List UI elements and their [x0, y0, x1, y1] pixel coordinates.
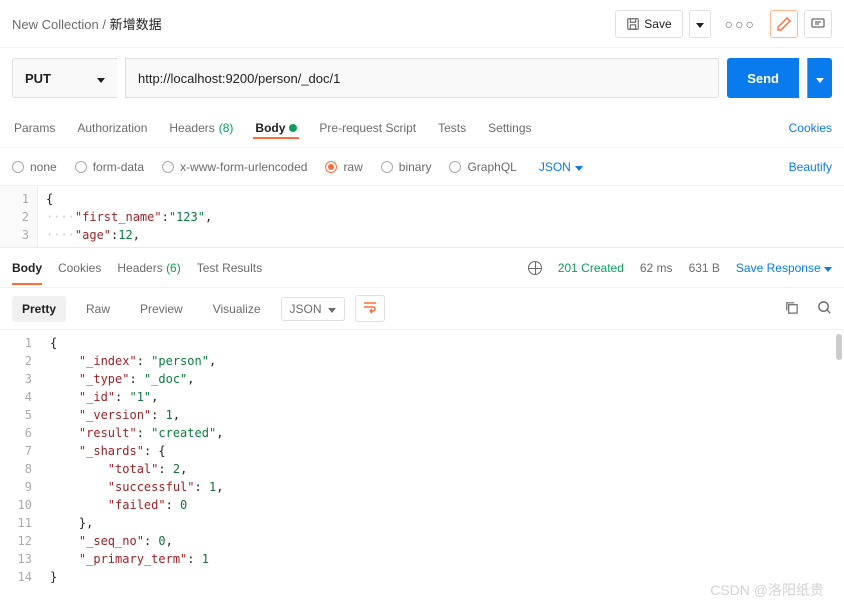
body-type-select[interactable]: JSON [539, 160, 583, 174]
tab-settings[interactable]: Settings [486, 117, 533, 139]
request-body-editor[interactable]: 123 { ····"first_name":"123", ····"age":… [0, 186, 844, 248]
dot-indicator-icon [289, 124, 297, 132]
body-graphql[interactable]: GraphQL [449, 160, 516, 174]
wrap-icon [362, 300, 378, 314]
tab-headers[interactable]: Headers (8) [167, 117, 235, 139]
save-options-button[interactable] [689, 10, 711, 38]
response-body-editor[interactable]: 1234567891011121314 { "_index": "person"… [0, 330, 844, 600]
view-preview[interactable]: Preview [130, 296, 193, 322]
view-raw[interactable]: Raw [76, 296, 120, 322]
line-gutter: 1234567891011121314 [0, 330, 42, 600]
chevron-down-icon [696, 17, 704, 31]
wrap-lines-button[interactable] [355, 295, 385, 322]
tab-prerequest[interactable]: Pre-request Script [317, 117, 418, 139]
method-select[interactable]: PUT [12, 58, 117, 98]
cookies-link[interactable]: Cookies [789, 121, 832, 135]
globe-icon[interactable] [528, 261, 542, 275]
chevron-down-icon [824, 261, 832, 275]
chevron-down-icon [816, 71, 824, 86]
body-xwww[interactable]: x-www-form-urlencoded [162, 160, 307, 174]
scrollbar[interactable] [836, 334, 842, 360]
search-icon [817, 300, 832, 315]
breadcrumb-collection[interactable]: New Collection [12, 17, 99, 32]
comment-icon [810, 16, 826, 32]
view-visualize[interactable]: Visualize [203, 296, 271, 322]
tab-params[interactable]: Params [12, 117, 57, 139]
save-response[interactable]: Save Response [736, 261, 832, 275]
save-button[interactable]: Save [615, 10, 682, 38]
response-tab-testresults[interactable]: Test Results [197, 251, 262, 285]
edit-button[interactable] [770, 10, 798, 38]
response-format-select[interactable]: JSON [281, 297, 345, 321]
line-gutter: 123 [0, 186, 38, 247]
search-button[interactable] [817, 300, 832, 318]
tab-authorization[interactable]: Authorization [75, 117, 149, 139]
breadcrumb-request: 新增数据 [110, 17, 162, 32]
watermark: CSDN @洛阳纸贵 [710, 580, 824, 600]
save-icon [626, 17, 640, 31]
send-button[interactable]: Send [727, 58, 799, 98]
breadcrumb: New Collection / 新增数据 [12, 14, 615, 33]
copy-icon [784, 300, 799, 315]
response-tab-cookies[interactable]: Cookies [58, 251, 101, 285]
chevron-down-icon [575, 160, 583, 174]
beautify-link[interactable]: Beautify [789, 160, 832, 174]
body-formdata[interactable]: form-data [75, 160, 144, 174]
send-options-button[interactable] [807, 58, 832, 98]
tab-tests[interactable]: Tests [436, 117, 468, 139]
chevron-down-icon [97, 71, 105, 86]
response-time: 62 ms [640, 261, 673, 275]
body-none[interactable]: none [12, 160, 57, 174]
chevron-down-icon [328, 302, 336, 316]
status-code: 201 Created [558, 261, 624, 275]
more-options-button[interactable]: ○○○ [717, 16, 764, 32]
url-input[interactable] [125, 58, 719, 98]
body-raw[interactable]: raw [325, 160, 362, 174]
response-size: 631 B [689, 261, 720, 275]
view-pretty[interactable]: Pretty [12, 296, 66, 322]
comment-button[interactable] [804, 10, 832, 38]
copy-button[interactable] [784, 300, 799, 318]
response-tab-body[interactable]: Body [12, 251, 42, 285]
response-tab-headers[interactable]: Headers (6) [117, 251, 180, 285]
tab-body[interactable]: Body [253, 117, 299, 139]
body-binary[interactable]: binary [381, 160, 432, 174]
pencil-icon [776, 16, 792, 32]
